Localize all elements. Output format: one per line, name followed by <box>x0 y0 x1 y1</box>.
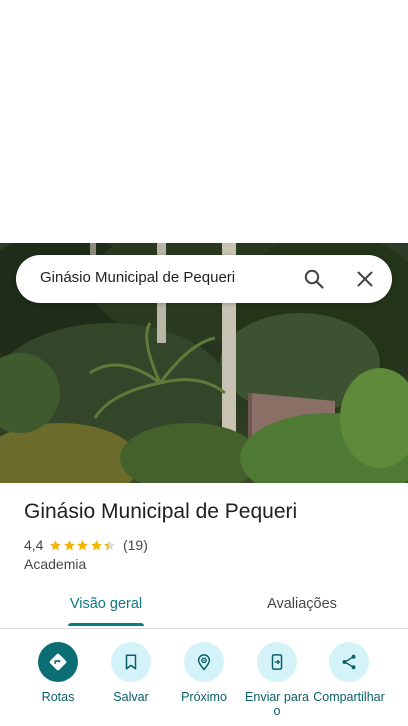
directions-label: Rotas <box>41 690 75 704</box>
star-icon <box>50 539 62 550</box>
star-icon <box>104 539 116 550</box>
tab-overview-label: Visão geral <box>69 596 143 612</box>
star-icon <box>91 539 102 550</box>
close-icon[interactable] <box>353 267 377 291</box>
directions-button[interactable]: Rotas <box>22 640 94 704</box>
rating-row[interactable]: 4,4 (19) <box>24 536 148 554</box>
nearby-button[interactable]: Próximo <box>168 640 240 704</box>
active-tab-indicator <box>68 623 144 626</box>
rating-value: 4,4 <box>24 537 44 553</box>
rating-stars <box>49 539 117 552</box>
star-icon <box>64 539 75 550</box>
place-category: Academia <box>24 556 87 572</box>
send-to-phone-label: Enviar para o <box>245 690 309 718</box>
nearby-icon <box>184 642 224 682</box>
share-label: Compartilhar <box>313 690 385 704</box>
share-icon <box>329 642 369 682</box>
tab-overview[interactable]: Visão geral <box>56 586 156 626</box>
send-to-phone-button[interactable]: Enviar para o <box>241 640 313 718</box>
action-bar: Rotas Salvar Próximo Enviar para o Compa… <box>0 640 408 726</box>
share-button[interactable]: Compartilhar <box>313 640 385 704</box>
save-button[interactable]: Salvar <box>95 640 167 704</box>
place-tabs: Visão geral Avaliações <box>0 586 408 629</box>
tab-reviews[interactable]: Avaliações <box>252 586 352 626</box>
save-label: Salvar <box>113 690 149 704</box>
search-query-text[interactable]: Ginásio Municipal de Pequeri <box>40 269 235 286</box>
tab-reviews-label: Avaliações <box>267 596 337 612</box>
directions-icon <box>38 642 78 682</box>
star-icon <box>77 539 89 550</box>
review-count[interactable]: (19) <box>123 537 148 553</box>
search-bar[interactable]: Ginásio Municipal de Pequeri <box>16 255 392 303</box>
send-to-phone-icon <box>257 642 297 682</box>
bookmark-icon <box>111 642 151 682</box>
search-icon[interactable] <box>302 267 326 291</box>
map-blank-area <box>0 0 408 243</box>
place-title: Ginásio Municipal de Pequeri <box>24 500 298 523</box>
nearby-label: Próximo <box>181 690 227 704</box>
